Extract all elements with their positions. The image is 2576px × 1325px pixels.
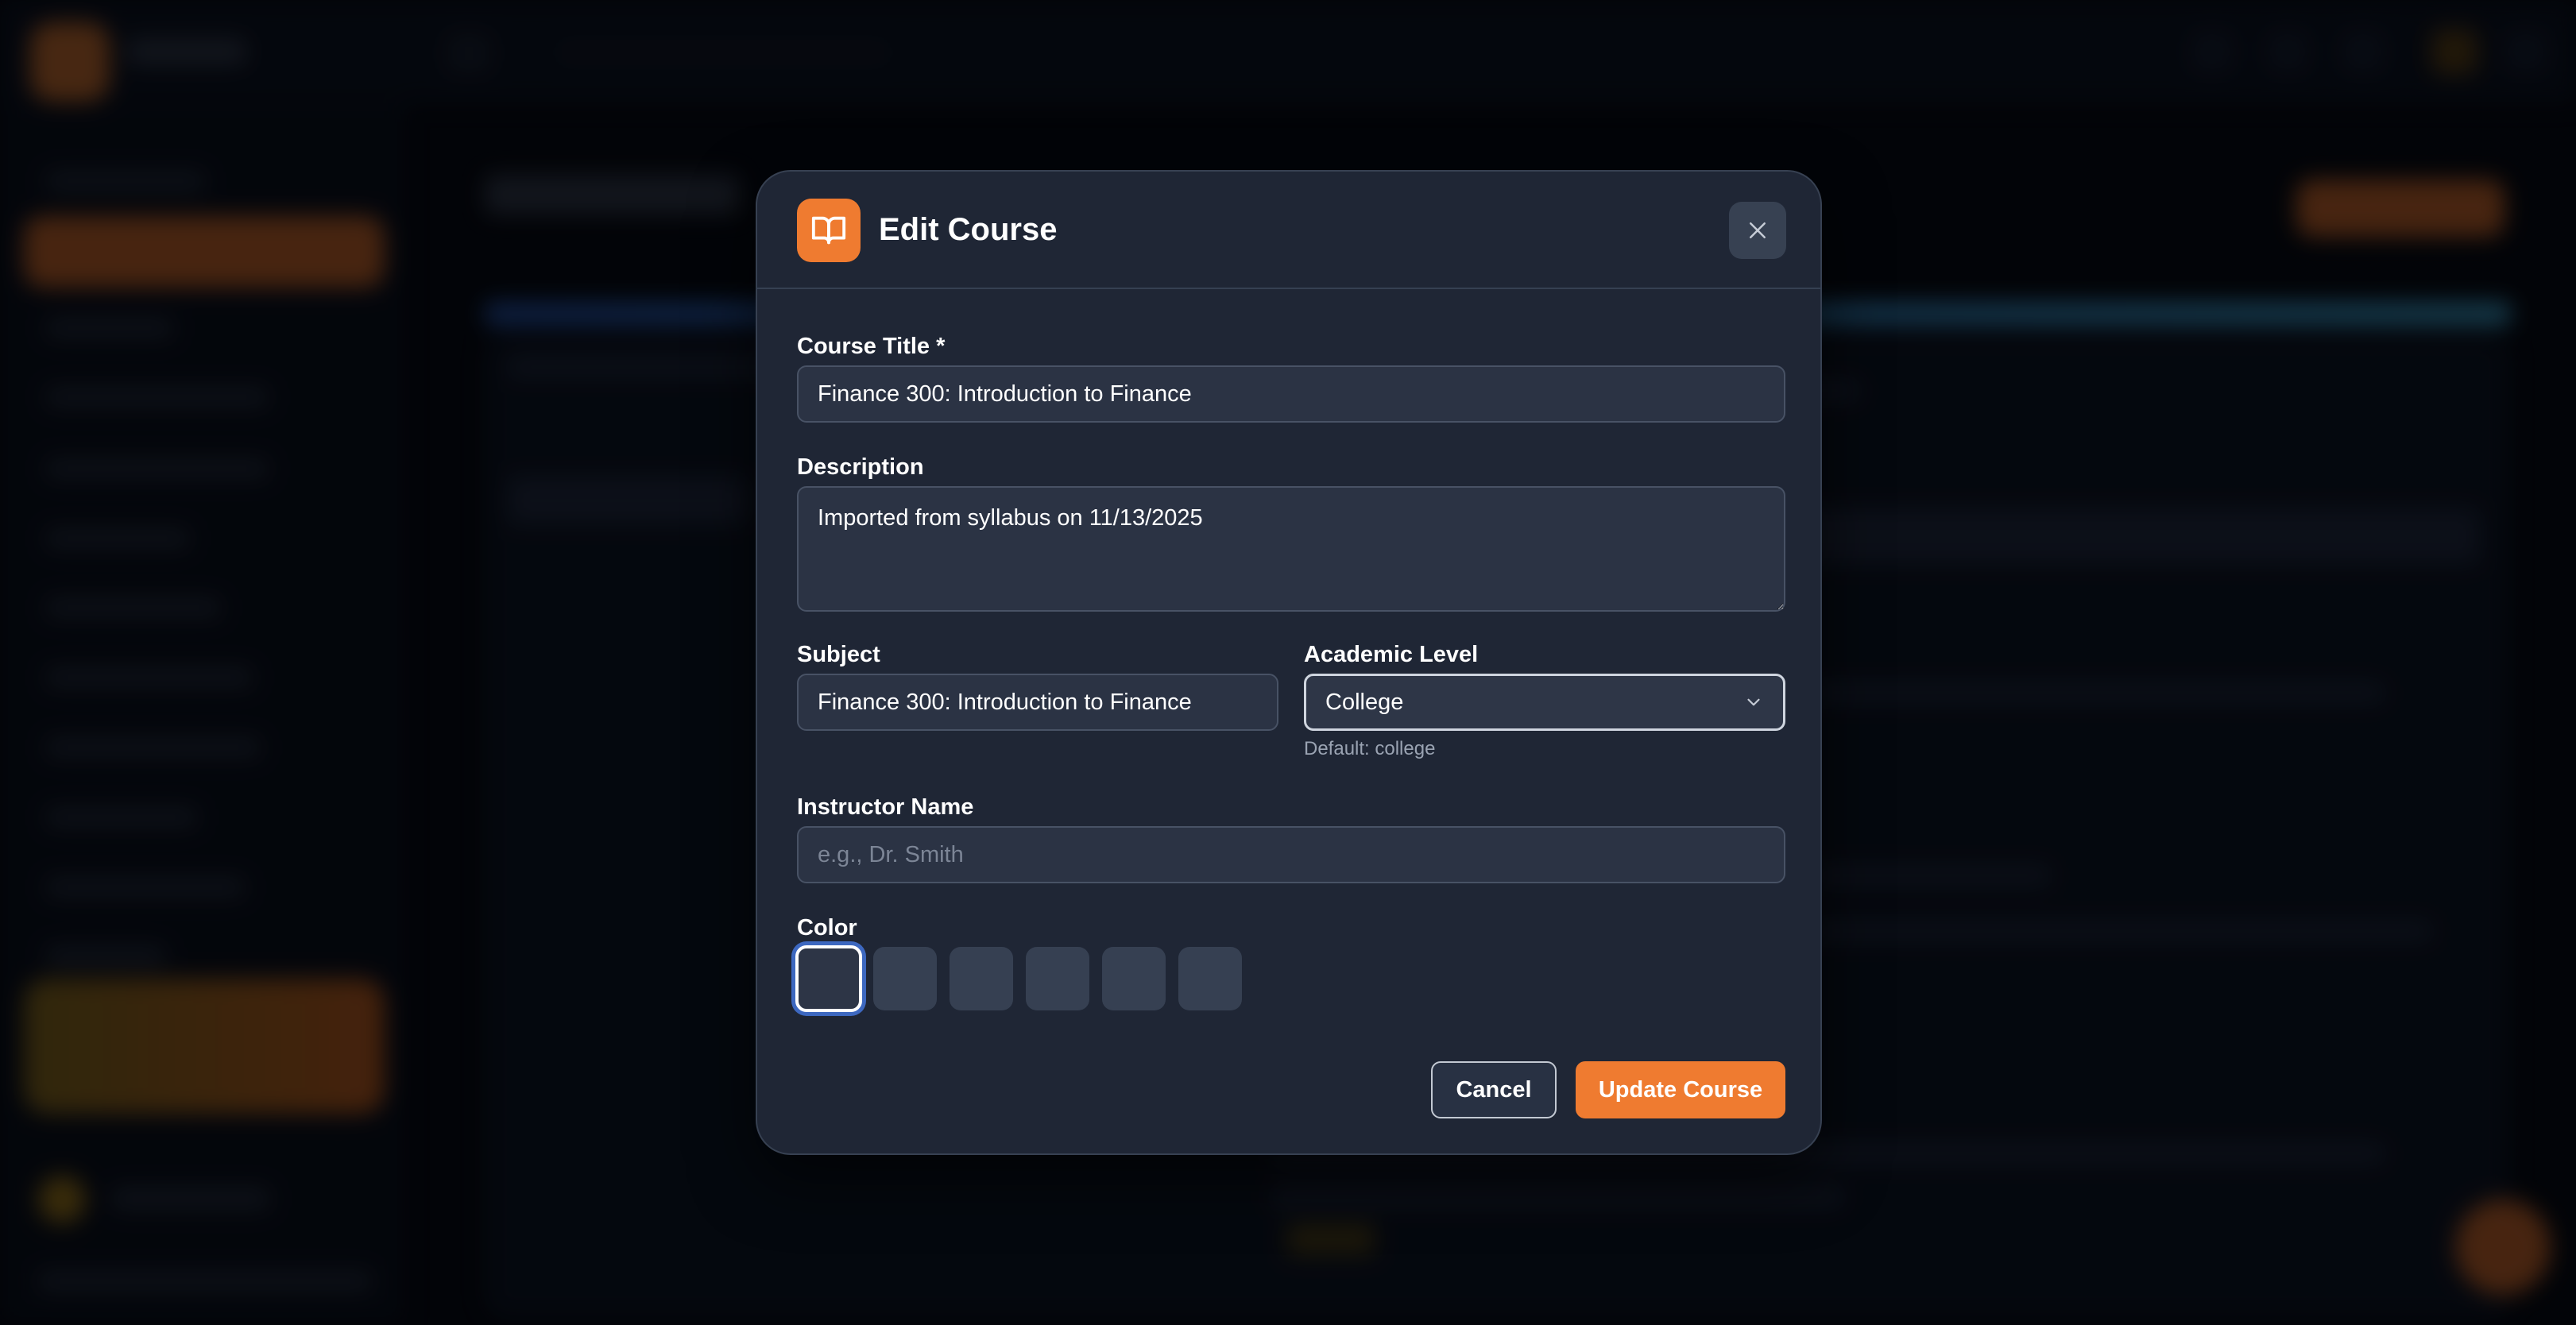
dialog-header: Edit Course (757, 172, 1820, 289)
close-icon (1750, 222, 1766, 238)
instructor-name-input[interactable] (797, 826, 1785, 883)
cancel-button[interactable]: Cancel (1431, 1061, 1557, 1118)
color-swatch[interactable] (1178, 947, 1242, 1010)
description-label: Description (797, 454, 924, 480)
edit-course-dialog: Edit Course Course Title * Description I… (756, 170, 1822, 1155)
subject-label: Subject (797, 642, 880, 667)
close-button[interactable] (1729, 202, 1786, 259)
description-textarea[interactable]: Imported from syllabus on 11/13/2025 (797, 486, 1785, 612)
color-swatch[interactable] (1102, 947, 1166, 1010)
subject-input[interactable] (797, 674, 1278, 731)
dialog-title: Edit Course (879, 212, 1058, 247)
color-swatch-selected[interactable] (795, 945, 862, 1012)
academic-level-value: College (1325, 689, 1404, 715)
color-label: Color (797, 915, 857, 941)
course-title-label: Course Title * (797, 334, 946, 359)
update-course-button[interactable]: Update Course (1576, 1061, 1785, 1118)
book-open-icon (797, 199, 861, 262)
color-swatch[interactable] (873, 947, 937, 1010)
academic-level-select[interactable]: College (1304, 674, 1785, 731)
academic-level-helper-text: Default: college (1304, 738, 1436, 759)
academic-level-label: Academic Level (1304, 642, 1479, 667)
color-swatch[interactable] (950, 947, 1013, 1010)
color-swatch[interactable] (1026, 947, 1089, 1010)
course-title-input[interactable] (797, 365, 1785, 423)
instructor-name-label: Instructor Name (797, 794, 974, 820)
chevron-down-icon (1747, 698, 1760, 706)
